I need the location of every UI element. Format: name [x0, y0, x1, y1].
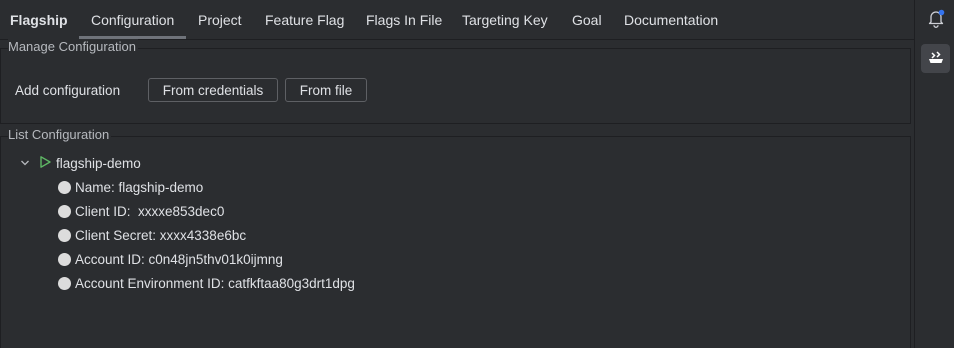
list-item: Client ID: xxxxe853dec0: [58, 201, 224, 221]
list-item: Name: flagship-demo: [58, 177, 203, 197]
list-configuration-title: List Configuration: [8, 127, 112, 143]
list-configuration-section: List Configuration flagship-demo Name: f…: [0, 127, 911, 348]
circle-icon: [58, 276, 71, 290]
from-file-button[interactable]: From file: [285, 78, 367, 102]
circle-icon: [58, 180, 71, 194]
config-tree-node[interactable]: flagship-demo: [20, 153, 141, 173]
tab-feature-flag[interactable]: Feature Flag: [265, 0, 344, 39]
notifications-button[interactable]: [921, 5, 950, 34]
tab-flagship[interactable]: Flagship: [10, 0, 68, 39]
list-item: Account Environment ID: catfkftaa80g3drt…: [58, 273, 355, 293]
add-configuration-label: Add configuration: [15, 83, 121, 98]
field-client-secret: Client Secret: xxxx4338e6bc: [75, 227, 247, 243]
tab-flags-in-file[interactable]: Flags In File: [366, 0, 442, 39]
chevron-down-icon[interactable]: [20, 156, 34, 171]
manage-configuration-section: Manage Configuration Add configuration F…: [0, 39, 911, 124]
from-credentials-button[interactable]: From credentials: [148, 78, 278, 102]
tab-documentation[interactable]: Documentation: [624, 0, 718, 39]
flagship-plugin-button[interactable]: [921, 44, 950, 73]
field-account-environment-id: Account Environment ID: catfkftaa80g3drt…: [75, 275, 355, 291]
circle-icon: [58, 228, 71, 242]
tool-window: Flagship Configuration Project Feature F…: [0, 0, 914, 348]
flagship-plugin-icon: [926, 47, 946, 70]
run-icon: [38, 155, 54, 172]
config-name: flagship-demo: [56, 155, 141, 171]
field-client-id: Client ID: xxxxe853dec0: [75, 203, 225, 219]
right-tool-strip: [914, 0, 954, 348]
field-name: Name: flagship-demo: [75, 179, 204, 195]
tab-bar: Flagship Configuration Project Feature F…: [0, 0, 914, 40]
circle-icon: [58, 252, 71, 266]
tab-configuration[interactable]: Configuration: [78, 0, 187, 39]
tab-project[interactable]: Project: [198, 0, 242, 39]
list-item: Client Secret: xxxx4338e6bc: [58, 225, 246, 245]
bell-icon: [926, 8, 946, 31]
tab-goal[interactable]: Goal: [572, 0, 602, 39]
tab-targeting-key[interactable]: Targeting Key: [462, 0, 548, 39]
circle-icon: [58, 204, 71, 218]
manage-configuration-title: Manage Configuration: [8, 39, 138, 55]
list-item: Account ID: c0n48jn5thv01k0ijmng: [58, 249, 283, 269]
field-account-id: Account ID: c0n48jn5thv01k0ijmng: [75, 251, 283, 267]
